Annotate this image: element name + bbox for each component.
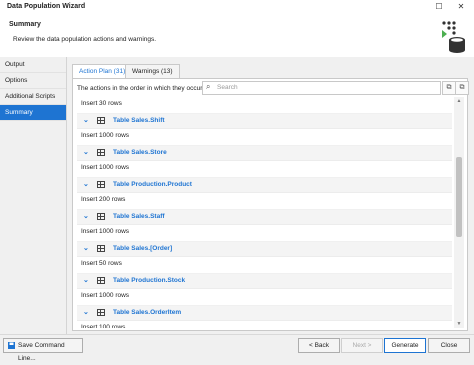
vertical-scrollbar[interactable]: ▲ ▼ [454, 97, 464, 328]
table-group-label: Table Sales.[Order] [113, 245, 173, 252]
search-box: ⌕ [202, 81, 441, 95]
table-icon [97, 277, 105, 284]
page-subtitle: Review the data population actions and w… [13, 36, 157, 43]
action-row[interactable]: Insert 1000 rows [77, 129, 452, 146]
save-command-line-button[interactable]: Save Command Line... [3, 338, 83, 362]
save-icon [8, 342, 15, 349]
table-group-row[interactable]: ⌄ Table Sales.Shift [77, 114, 452, 129]
action-row[interactable]: Insert 1000 rows [77, 225, 452, 242]
action-row[interactable]: Insert 100 rows [77, 321, 452, 328]
page-title: Summary [9, 21, 41, 28]
sidebar-item-output[interactable]: Output [0, 57, 66, 73]
table-group-label: Table Sales.Shift [113, 117, 165, 124]
wizard-footer: Save Command Line... < Back Next > Gener… [0, 334, 474, 362]
table-group-label: Table Sales.OrderItem [113, 309, 182, 316]
table-icon [97, 309, 105, 316]
table-group-row[interactable]: ⌄ Table Production.Product [77, 178, 452, 193]
scrollbar-thumb[interactable] [456, 157, 462, 237]
export-button[interactable]: ⧉ [455, 81, 469, 95]
table-icon [97, 181, 105, 188]
action-row[interactable]: Insert 1000 rows [77, 161, 452, 178]
table-icon [97, 149, 105, 156]
table-group-row[interactable]: ⌄ Table Sales.Staff [77, 210, 452, 225]
window-title: Data Population Wizard [7, 3, 86, 10]
table-group-label: Table Production.Stock [113, 277, 186, 284]
next-button[interactable]: Next > [341, 338, 383, 353]
chevron-down-icon[interactable]: ⌄ [83, 114, 89, 128]
search-icon: ⌕ [206, 82, 211, 91]
chevron-down-icon[interactable]: ⌄ [83, 306, 89, 320]
tab-warnings[interactable]: Warnings (13) [125, 64, 180, 79]
sidebar-item-additional-scripts[interactable]: Additional Scripts [0, 89, 66, 105]
scroll-up-arrow-icon[interactable]: ▲ [454, 97, 464, 105]
chevron-down-icon[interactable]: ⌄ [83, 146, 89, 160]
action-row[interactable]: Insert 30 rows [77, 97, 452, 114]
restore-button[interactable]: ☐ [432, 1, 446, 13]
table-icon [97, 213, 105, 220]
title-bar: Data Population Wizard ☐ ✕ [0, 0, 474, 14]
save-command-line-label: Save Command Line... [18, 342, 65, 362]
back-button[interactable]: < Back [298, 338, 340, 353]
tab-action-plan[interactable]: Action Plan (31) [72, 64, 133, 79]
chevron-down-icon[interactable]: ⌄ [83, 178, 89, 192]
main-content: Action Plan (31) Warnings (13) The actio… [67, 57, 474, 334]
scroll-down-arrow-icon[interactable]: ▼ [454, 320, 464, 328]
table-group-row[interactable]: ⌄ Table Sales.Store [77, 146, 452, 161]
close-button[interactable]: Close [428, 338, 470, 353]
action-plan-panel: The actions in the order in which they o… [72, 78, 469, 331]
search-input[interactable] [217, 83, 427, 92]
action-plan-description: The actions in the order in which they o… [77, 85, 204, 92]
table-group-label: Table Sales.Store [113, 149, 167, 156]
wizard-header: Summary Review the data population actio… [0, 14, 474, 58]
generate-button[interactable]: Generate [384, 338, 426, 353]
table-group-label: Table Sales.Staff [113, 213, 165, 220]
chevron-down-icon[interactable]: ⌄ [83, 210, 89, 224]
chevron-down-icon[interactable]: ⌄ [83, 242, 89, 256]
copy-button[interactable]: ⧉ [442, 81, 456, 95]
data-generator-logo-icon [442, 21, 465, 53]
table-group-label: Table Production.Product [113, 181, 192, 188]
table-icon [97, 245, 105, 252]
table-group-row[interactable]: ⌄ Table Sales.OrderItem [77, 306, 452, 321]
action-row[interactable]: Insert 1000 rows [77, 289, 452, 306]
action-row[interactable]: Insert 200 rows [77, 193, 452, 210]
action-plan-list: Insert 30 rows ⌄ Table Sales.Shift Insert 1… [77, 97, 452, 328]
table-group-row[interactable]: ⌄ Table Production.Stock [77, 274, 452, 289]
table-group-row[interactable]: ⌄ Table Sales.[Order] [77, 242, 452, 257]
sidebar-item-summary[interactable]: Summary [0, 105, 66, 121]
table-icon [97, 117, 105, 124]
close-window-button[interactable]: ✕ [454, 1, 468, 13]
sidebar-item-options[interactable]: Options [0, 73, 66, 89]
wizard-sidebar: Output Options Additional Scripts Summar… [0, 57, 67, 334]
chevron-down-icon[interactable]: ⌄ [83, 274, 89, 288]
action-row[interactable]: Insert 50 rows [77, 257, 452, 274]
